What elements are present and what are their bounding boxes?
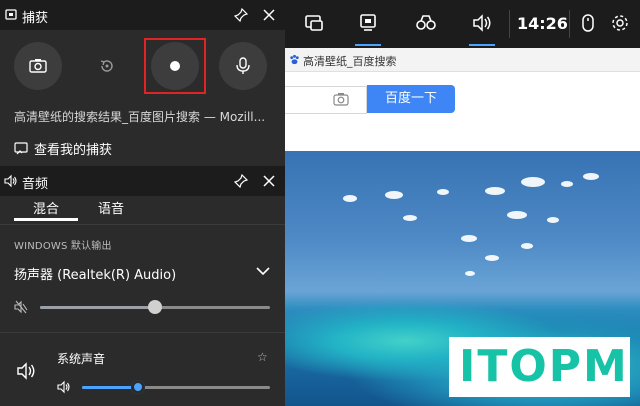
chevron-down-icon[interactable] xyxy=(256,266,270,276)
baidu-paw-icon xyxy=(290,54,299,65)
divider xyxy=(0,332,285,333)
master-volume-fill xyxy=(40,306,155,309)
performance-icon[interactable] xyxy=(415,12,437,34)
close-icon[interactable] xyxy=(262,8,276,22)
master-volume-slider[interactable] xyxy=(40,300,270,314)
topbar-divider xyxy=(569,10,570,38)
capture-panel-icon xyxy=(5,9,17,20)
capture-icon[interactable] xyxy=(357,12,379,34)
baidu-search-button[interactable]: 百度一下 xyxy=(367,85,455,113)
tab-mix-indicator xyxy=(14,218,78,221)
system-sounds-volume-slider[interactable] xyxy=(82,380,270,394)
system-sounds-icon xyxy=(17,362,35,380)
screenshot-button[interactable] xyxy=(14,42,62,90)
master-volume-thumb[interactable] xyxy=(148,300,162,314)
image-search-camera-icon[interactable] xyxy=(333,92,349,106)
audio-icon[interactable] xyxy=(471,12,493,34)
audio-panel-icon xyxy=(4,174,17,188)
default-output-label: WINDOWS 默认输出 xyxy=(14,241,112,252)
favorite-star-icon[interactable]: ☆ xyxy=(257,350,268,364)
microphone-icon xyxy=(236,57,250,74)
game-bar-overlay: 高清壁纸_百度搜索 百度一下 14:26 捕获 高清壁纸的搜索结果_百度图片搜索… xyxy=(0,0,640,406)
game-bar-topbar: 14:26 xyxy=(285,0,640,48)
speaker-muted-icon[interactable] xyxy=(14,300,28,314)
capture-active-indicator xyxy=(355,44,381,46)
clock: 14:26 xyxy=(517,14,568,33)
microphone-button[interactable] xyxy=(219,42,267,90)
settings-icon[interactable] xyxy=(609,12,631,34)
pin-icon[interactable] xyxy=(234,8,248,22)
browser-tab-title[interactable]: 高清壁纸_百度搜索 xyxy=(303,53,397,69)
system-sounds-volume-fill xyxy=(82,386,138,389)
capture-panel-header: 捕获 xyxy=(0,0,285,30)
close-icon[interactable] xyxy=(262,174,276,188)
gallery-icon xyxy=(14,142,28,155)
divider xyxy=(0,224,285,225)
mouse-icon[interactable] xyxy=(577,12,599,34)
app-name-system-sounds: 系统声音 xyxy=(57,352,106,366)
audio-panel-title: 音频 xyxy=(22,177,49,192)
system-sounds-volume-thumb[interactable] xyxy=(131,380,145,394)
capture-panel-title: 捕获 xyxy=(22,11,49,26)
browser-tab-row: 高清壁纸_百度搜索 xyxy=(285,48,640,72)
widget-menu-icon[interactable] xyxy=(303,12,325,34)
output-device-select[interactable]: 扬声器 (Realtek(R) Audio) xyxy=(14,264,176,283)
capture-panel: 捕获 高清壁纸的搜索结果_百度图片搜索 — Mozill... 查看我的捕获 xyxy=(0,0,285,166)
record-last-icon xyxy=(100,60,113,72)
see-my-captures-link[interactable]: 查看我的捕获 xyxy=(14,139,112,158)
tab-mix[interactable]: 混合 xyxy=(33,198,59,217)
screenshot-icon xyxy=(29,59,47,73)
pin-icon[interactable] xyxy=(234,174,248,188)
audio-active-indicator xyxy=(469,44,495,46)
record-last-button[interactable] xyxy=(83,42,131,90)
watermark-text: ITOPM xyxy=(459,341,629,392)
speaker-icon[interactable] xyxy=(57,380,71,394)
itopm-watermark-logo: ITOPM xyxy=(449,337,630,397)
captured-window-title: 高清壁纸的搜索结果_百度图片搜索 — Mozill... xyxy=(14,110,266,124)
topbar-divider xyxy=(509,10,510,38)
record-button-highlight xyxy=(144,38,206,94)
audio-panel-header: 音频 xyxy=(0,166,285,196)
tab-voice[interactable]: 语音 xyxy=(98,198,124,217)
see-my-captures-label: 查看我的捕获 xyxy=(34,143,113,158)
search-input[interactable] xyxy=(285,86,367,114)
